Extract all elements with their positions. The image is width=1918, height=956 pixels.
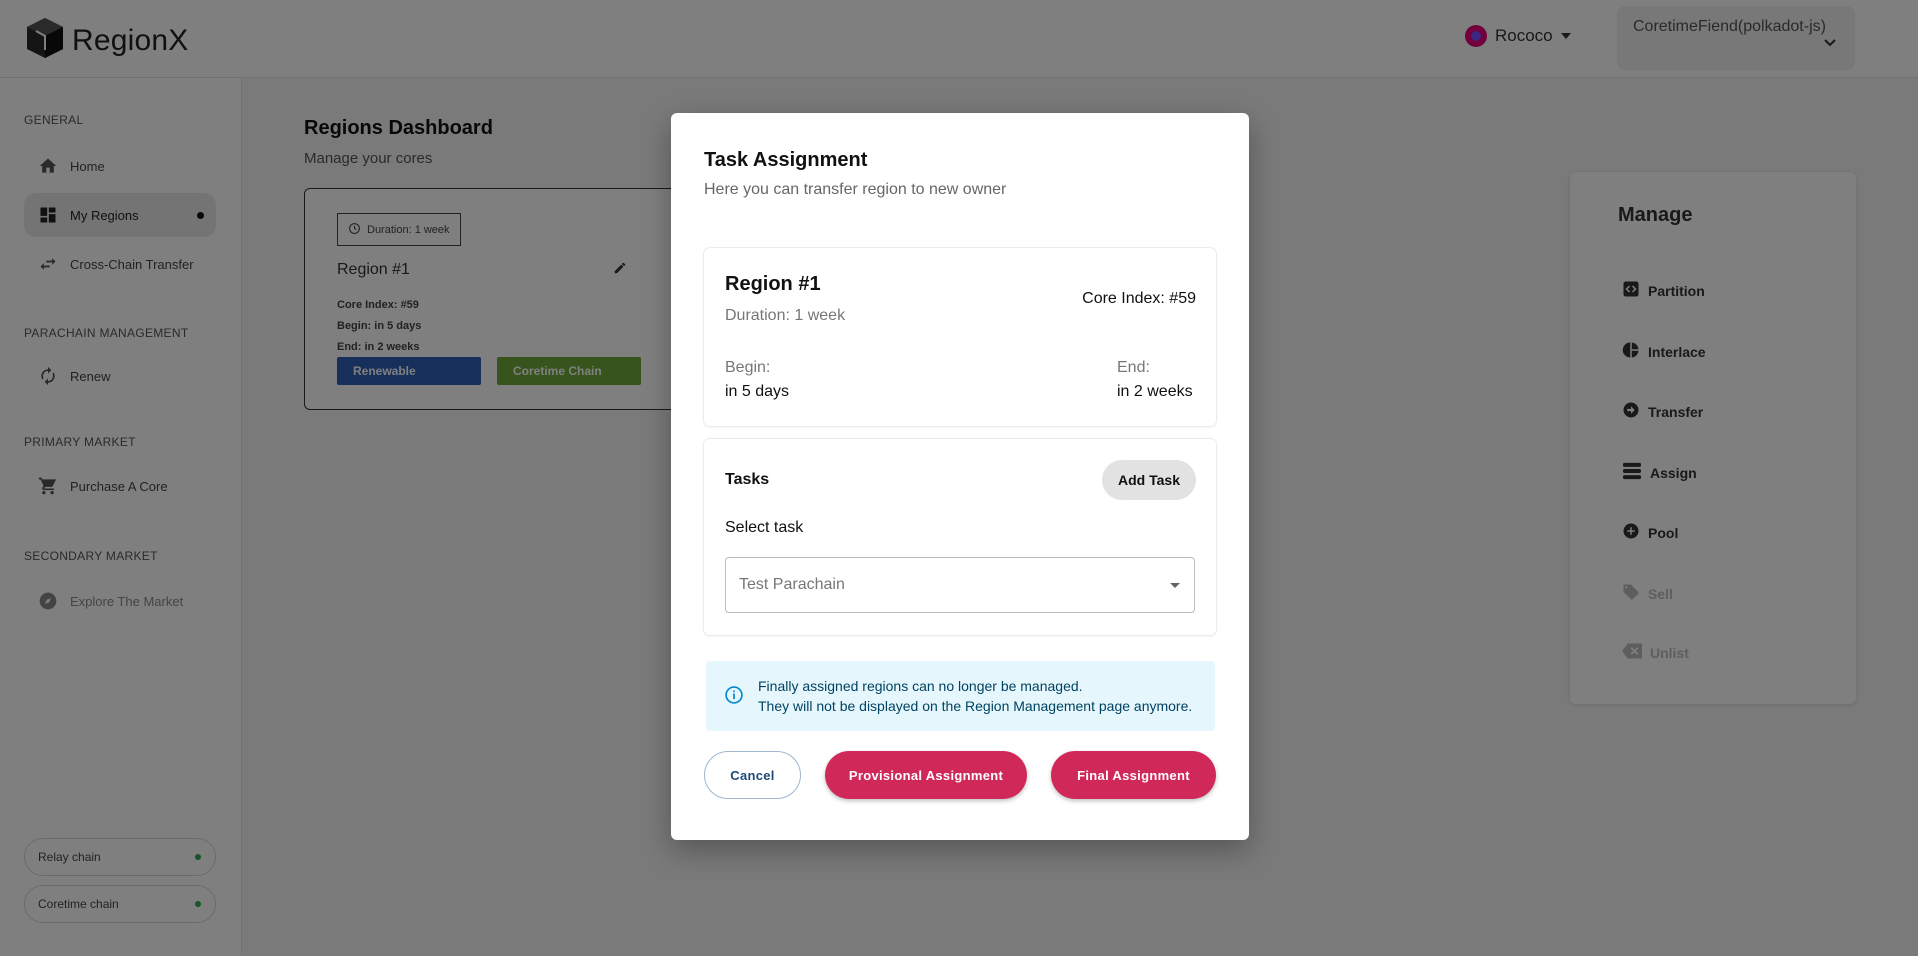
cancel-button[interactable]: Cancel xyxy=(704,751,801,799)
alert-message: Finally assigned regions can no longer b… xyxy=(758,676,1192,716)
end-label: End: xyxy=(1117,359,1150,376)
alert-line-2: They will not be displayed on the Region… xyxy=(758,698,1193,714)
end-value: in 2 weeks xyxy=(1117,383,1193,400)
provisional-assignment-button[interactable]: Provisional Assignment xyxy=(825,751,1027,799)
tasks-title: Tasks xyxy=(725,471,770,488)
info-icon xyxy=(724,685,744,710)
task-select[interactable]: Test Parachain xyxy=(725,557,1195,613)
begin-label: Begin: xyxy=(725,359,771,376)
begin-value: in 5 days xyxy=(725,383,790,400)
selected-task: Test Parachain xyxy=(739,576,845,593)
task-assignment-modal: Task Assignment Here you can transfer re… xyxy=(671,113,1249,840)
region-info-card: Region #1 Duration: 1 week Core Index: #… xyxy=(704,248,1216,426)
region-duration: Duration: 1 week xyxy=(725,307,846,324)
core-index: Core Index: #59 xyxy=(1082,290,1196,307)
modal-title: Task Assignment xyxy=(704,149,868,171)
modal-subtitle: Here you can transfer region to new owne… xyxy=(704,181,1007,198)
dropdown-arrow-icon xyxy=(1170,583,1180,588)
select-task-label: Select task xyxy=(725,519,804,536)
info-alert: Finally assigned regions can no longer b… xyxy=(706,661,1215,731)
add-task-button[interactable]: Add Task xyxy=(1102,460,1196,500)
final-assignment-button[interactable]: Final Assignment xyxy=(1051,751,1216,799)
alert-line-1: Finally assigned regions can no longer b… xyxy=(758,678,1083,694)
tasks-card: Tasks Add Task Select task Test Parachai… xyxy=(704,439,1216,635)
region-name: Region #1 xyxy=(725,273,821,295)
